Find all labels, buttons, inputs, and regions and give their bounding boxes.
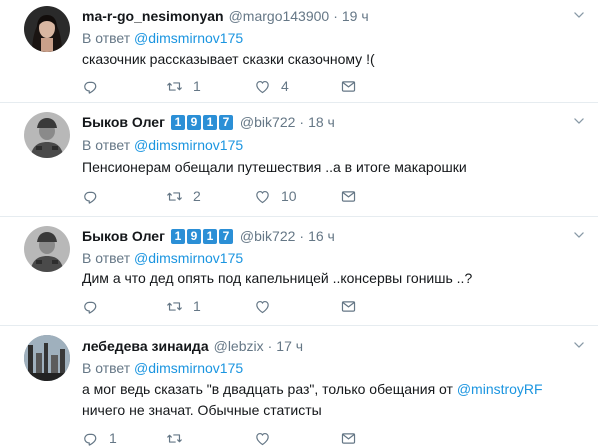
timestamp[interactable]: 16 ч <box>308 228 335 244</box>
like-button[interactable]: 4 <box>254 78 295 95</box>
like-button[interactable]: 10 <box>254 188 297 205</box>
tweet[interactable]: Быков Олег 1917 @bik722 · 18 ч В ответ @… <box>0 102 598 217</box>
reply-prefix: В ответ <box>82 250 131 266</box>
avatar[interactable] <box>24 335 70 381</box>
reply-context: В ответ @dimsmirnov175 <box>82 137 243 153</box>
mention-link[interactable]: @dimsmirnov175 <box>134 137 243 153</box>
flag-badge: 1917 <box>170 114 235 130</box>
tweet[interactable]: Быков Олег 1917 @bik722 · 16 ч В ответ @… <box>0 216 598 326</box>
tweet-header: Быков Олег 1917 @bik722 · 18 ч <box>82 114 335 130</box>
like-button[interactable] <box>254 298 295 315</box>
reply-icon <box>82 188 99 205</box>
tweet-text-part: ничего не значат. Обычные статисты <box>82 402 322 418</box>
reply-button[interactable]: 1 <box>82 430 123 447</box>
mention-link[interactable]: @dimsmirnov175 <box>134 250 243 266</box>
chevron-down-icon[interactable] <box>572 114 590 132</box>
like-button[interactable] <box>254 430 295 447</box>
chevron-down-icon[interactable] <box>572 338 590 356</box>
heart-icon <box>254 430 271 447</box>
chevron-down-icon[interactable] <box>572 228 590 246</box>
retweet-icon <box>166 78 183 95</box>
retweet-count: 1 <box>193 298 201 314</box>
chevron-down-icon[interactable] <box>572 8 590 26</box>
retweet-button[interactable] <box>166 430 207 447</box>
mention-link[interactable]: @minstroyRF <box>457 381 543 397</box>
direct-message-button[interactable] <box>340 78 357 95</box>
flag-badge: 1917 <box>170 228 235 244</box>
reply-icon <box>82 430 99 447</box>
direct-message-button[interactable] <box>340 430 357 447</box>
retweet-button[interactable]: 1 <box>166 298 207 315</box>
avatar[interactable] <box>24 112 70 158</box>
retweet-icon <box>166 430 183 447</box>
tweet-actions: 1 <box>82 296 522 316</box>
like-count: 4 <box>281 78 289 94</box>
reply-context: В ответ @dimsmirnov175 <box>82 250 243 266</box>
reply-button[interactable] <box>82 188 123 205</box>
tweet-actions: 2 10 <box>82 186 522 206</box>
retweet-icon <box>166 298 183 315</box>
tweet-text: сказочник рассказывает сказки сказочному… <box>82 51 375 67</box>
separator-dot: · <box>299 228 305 244</box>
like-count: 10 <box>281 188 297 204</box>
envelope-icon <box>340 298 357 315</box>
reply-prefix: В ответ <box>82 360 131 376</box>
reply-icon <box>82 78 99 95</box>
avatar[interactable] <box>24 226 70 272</box>
tweet-header: Быков Олег 1917 @bik722 · 16 ч <box>82 228 335 244</box>
author-name[interactable]: лебедева зинаида <box>82 338 209 354</box>
timestamp[interactable]: 18 ч <box>308 114 335 130</box>
reply-button[interactable] <box>82 78 123 95</box>
retweet-count: 1 <box>193 78 201 94</box>
reply-context: В ответ @dimsmirnov175 <box>82 30 243 46</box>
author-handle[interactable]: @lebzix <box>214 338 264 354</box>
direct-message-button[interactable] <box>340 188 357 205</box>
timestamp[interactable]: 17 ч <box>276 338 303 354</box>
retweet-button[interactable]: 2 <box>166 188 207 205</box>
retweet-count: 2 <box>193 188 201 204</box>
author-name[interactable]: Быков Олег <box>82 228 165 244</box>
envelope-icon <box>340 188 357 205</box>
mention-link[interactable]: @dimsmirnov175 <box>134 360 243 376</box>
tweet-header: ma-r-go_nesimonyan @margo143900 · 19 ч <box>82 8 369 24</box>
separator-dot: · <box>267 338 273 354</box>
heart-icon <box>254 298 271 315</box>
timestamp[interactable]: 19 ч <box>342 8 369 24</box>
author-name[interactable]: Быков Олег <box>82 114 165 130</box>
heart-icon <box>254 188 271 205</box>
author-name[interactable]: ma-r-go_nesimonyan <box>82 8 224 24</box>
separator-dot: · <box>333 8 338 24</box>
reply-prefix: В ответ <box>82 30 131 46</box>
author-handle[interactable]: @bik722 <box>240 114 295 130</box>
reply-icon <box>82 298 99 315</box>
retweet-icon <box>166 188 183 205</box>
tweet[interactable]: лебедева зинаида @lebzix · 17 ч В ответ … <box>0 325 598 446</box>
heart-icon <box>254 78 271 95</box>
tweet-actions: 1 4 <box>82 76 522 96</box>
author-handle[interactable]: @margo143900 <box>229 8 330 24</box>
direct-message-button[interactable] <box>340 298 357 315</box>
tweet-text: а мог ведь сказать "в двадцать раз", тол… <box>82 379 582 421</box>
reply-prefix: В ответ <box>82 137 131 153</box>
tweet-text: Дим а что дед опять под капельницей ..ко… <box>82 270 473 286</box>
tweet-text: Пенсионерам обещали путешествия ..а в ит… <box>82 159 467 175</box>
tweet-actions: 1 <box>82 428 522 448</box>
mention-link[interactable]: @dimsmirnov175 <box>134 30 243 46</box>
author-handle[interactable]: @bik722 <box>240 228 295 244</box>
separator-dot: · <box>299 114 305 130</box>
retweet-button[interactable]: 1 <box>166 78 207 95</box>
tweet[interactable]: ma-r-go_nesimonyan @margo143900 · 19 ч В… <box>0 0 598 103</box>
avatar[interactable] <box>24 6 70 52</box>
envelope-icon <box>340 430 357 447</box>
tweet-text-part: а мог ведь сказать "в двадцать раз", тол… <box>82 381 457 397</box>
reply-context: В ответ @dimsmirnov175 <box>82 360 243 376</box>
envelope-icon <box>340 78 357 95</box>
tweet-header: лебедева зинаида @lebzix · 17 ч <box>82 338 303 354</box>
reply-count: 1 <box>109 430 117 446</box>
reply-button[interactable] <box>82 298 123 315</box>
